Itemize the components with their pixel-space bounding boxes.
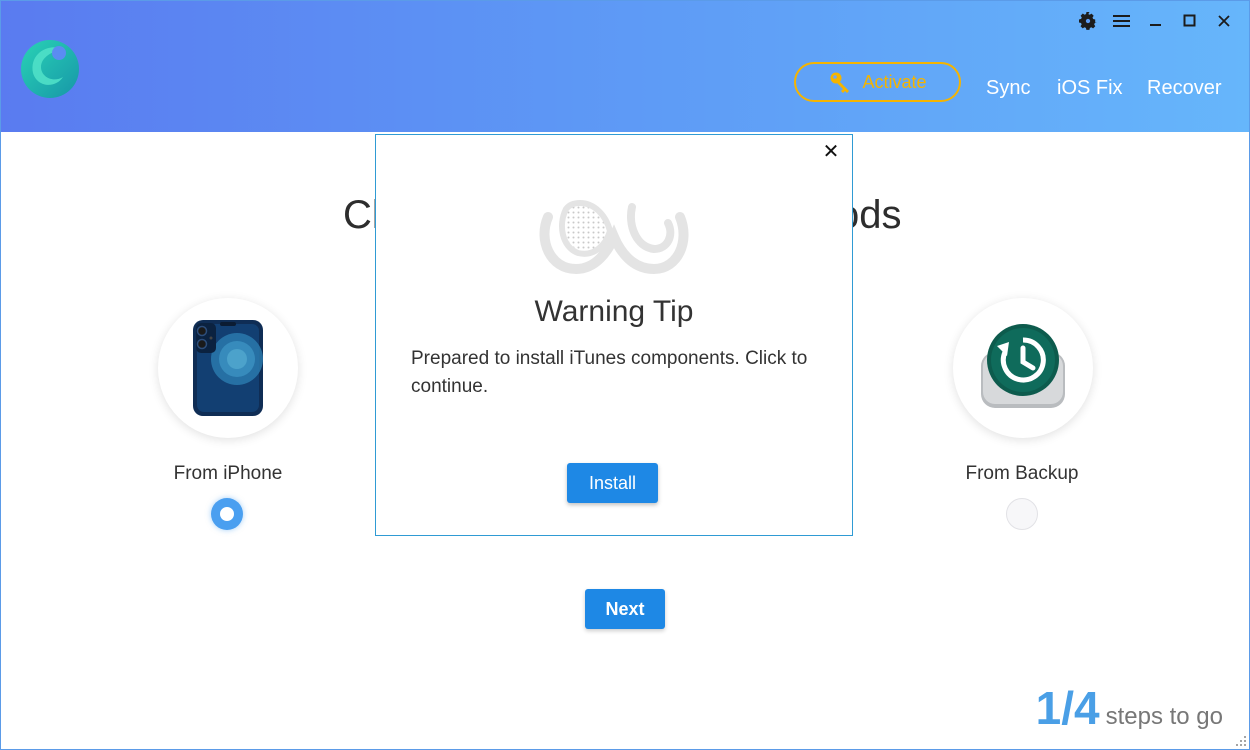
window-controls: [1071, 7, 1241, 35]
iphone-icon: [193, 320, 263, 416]
key-icon: [830, 72, 850, 93]
option-label-from-backup: From Backup: [965, 463, 1079, 484]
app-logo: [21, 40, 79, 98]
steps-indicator: 1/4 steps to go: [1036, 681, 1223, 735]
time-machine-icon: [981, 324, 1065, 408]
radio-from-iphone[interactable]: [211, 498, 243, 530]
steps-text: steps to go: [1105, 703, 1223, 730]
steps-number: 1/4: [1035, 682, 1100, 734]
close-icon[interactable]: [1207, 7, 1241, 35]
option-from-backup[interactable]: [953, 298, 1093, 438]
maximize-icon[interactable]: [1173, 7, 1207, 35]
mustache-illustration-icon: [539, 199, 689, 275]
dialog-close-icon[interactable]: ✕: [822, 142, 840, 162]
app-window: Activate Sync iOS Fix Recover Cl ods Fro…: [0, 0, 1250, 750]
dialog-message: Prepared to install iTunes components. C…: [411, 348, 808, 397]
install-button[interactable]: Install: [567, 463, 658, 503]
warning-dialog: ✕ Warning Tip Prepared to install iTunes…: [375, 134, 853, 536]
header-bar: Activate Sync iOS Fix Recover: [1, 1, 1249, 132]
nav-ios-fix[interactable]: iOS Fix: [1057, 77, 1123, 100]
activate-button[interactable]: Activate: [794, 62, 961, 102]
nav-recover[interactable]: Recover: [1147, 77, 1221, 100]
minimize-icon[interactable]: [1139, 7, 1173, 35]
option-label-from-iphone: From iPhone: [173, 463, 283, 484]
gear-icon[interactable]: [1071, 7, 1105, 35]
radio-from-backup[interactable]: [1006, 498, 1038, 530]
dialog-title: Warning Tip: [534, 295, 694, 328]
resize-grip-icon[interactable]: [1235, 735, 1247, 747]
activate-label: Activate: [862, 71, 927, 92]
nav-sync[interactable]: Sync: [986, 77, 1030, 100]
next-button[interactable]: Next: [585, 589, 665, 629]
option-from-iphone[interactable]: [158, 298, 298, 438]
menu-icon[interactable]: [1105, 7, 1139, 35]
